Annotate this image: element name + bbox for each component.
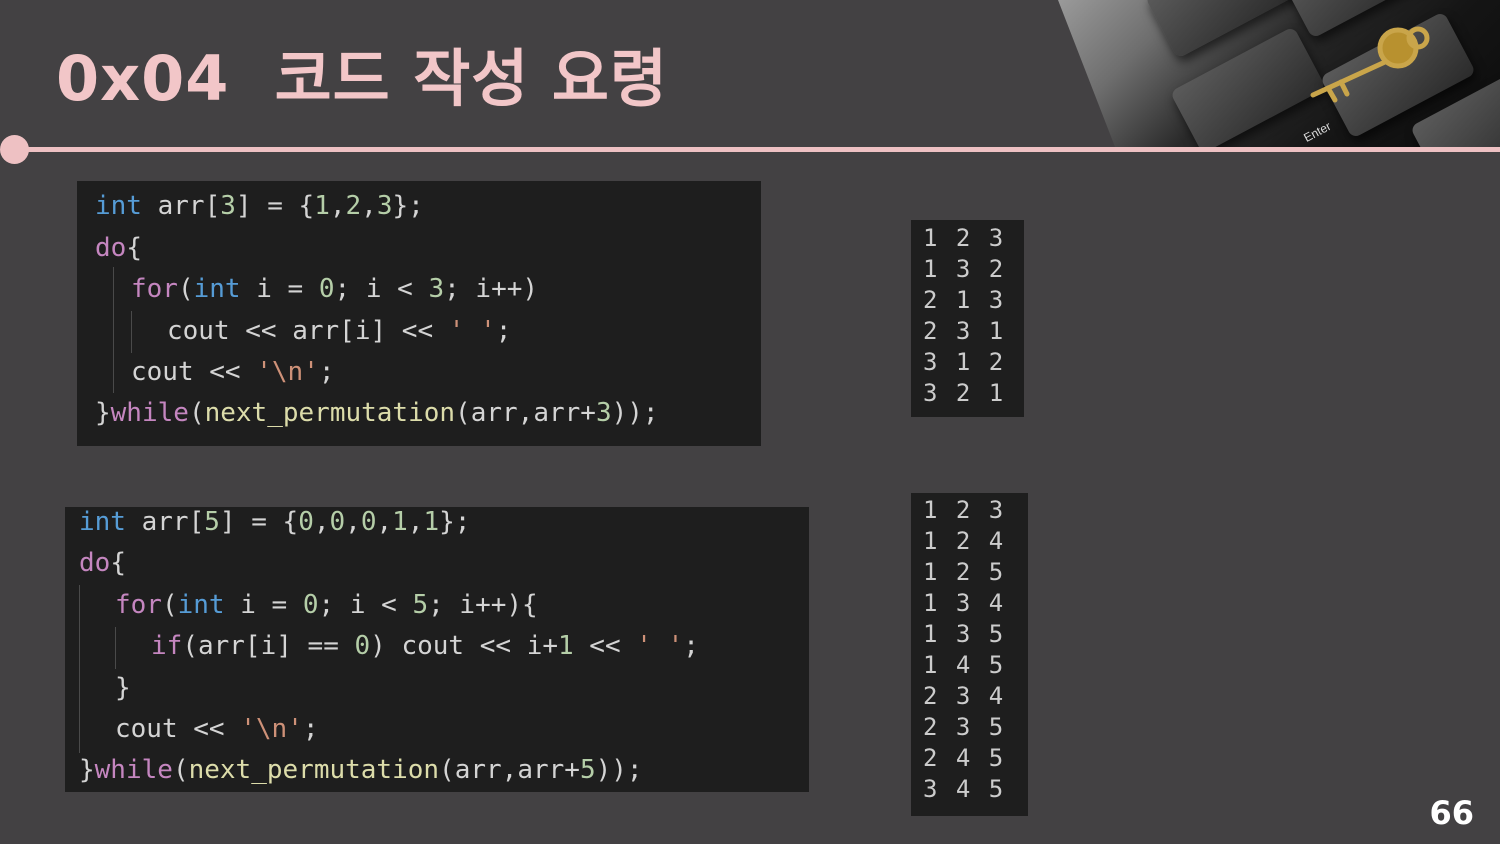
code2-line-6: cout << '\n'; — [115, 714, 319, 744]
code-block-1: int arr[3] = {1,2,3}; do{ for(int i = 0;… — [77, 181, 761, 446]
code2-line-1: int arr[5] = {0,0,0,1,1}; — [79, 507, 471, 537]
keyboard-key-photo: Enter — [1058, 0, 1500, 148]
output1-line: 3 2 1 — [923, 379, 1006, 407]
output1-line: 1 3 2 — [923, 255, 1006, 283]
code2-line-4: if(arr[i] == 0) cout << i+1 << ' '; — [151, 631, 699, 661]
enter-key-label: Enter — [1301, 119, 1334, 145]
code2-line-5: } — [115, 673, 131, 703]
output2-line: 1 3 5 — [923, 620, 1006, 648]
output2-line: 1 3 4 — [923, 589, 1006, 617]
output2-line: 1 2 3 — [923, 496, 1006, 524]
code1-line-6: }while(next_permutation(arr,arr+3)); — [95, 398, 659, 428]
output1-line: 1 2 3 — [923, 224, 1006, 252]
output-console-1: 1 2 3 1 3 2 2 1 3 2 3 1 3 1 2 3 2 1 — [911, 220, 1024, 417]
output2-line: 2 3 4 — [923, 682, 1006, 710]
output2-line: 1 4 5 — [923, 651, 1006, 679]
code-block-2: int arr[5] = {0,0,0,1,1}; do{ for(int i … — [65, 507, 809, 792]
code1-line-3: for(int i = 0; i < 3; i++) — [131, 274, 539, 304]
code1-line-1: int arr[3] = {1,2,3}; — [95, 191, 424, 221]
output1-line: 3 1 2 — [923, 348, 1006, 376]
slide-title: 0x04 코드 작성 요령 — [56, 42, 668, 115]
code1-line-4: cout << arr[i] << ' '; — [167, 316, 512, 346]
output2-line: 2 3 5 — [923, 713, 1006, 741]
output1-line: 2 3 1 — [923, 317, 1006, 345]
code1-line-2: do{ — [95, 233, 142, 263]
code1-line-5: cout << '\n'; — [131, 357, 335, 387]
title-rule — [14, 147, 1500, 152]
code2-line-2: do{ — [79, 548, 126, 578]
code2-line-3: for(int i = 0; i < 5; i++){ — [115, 590, 538, 620]
page-number: 66 — [1429, 794, 1474, 832]
output2-line: 2 4 5 — [923, 744, 1006, 772]
golden-key-icon — [1310, 26, 1430, 103]
output2-line: 1 2 5 — [923, 558, 1006, 586]
output1-line: 2 1 3 — [923, 286, 1006, 314]
output2-line: 3 4 5 — [923, 775, 1006, 803]
output2-line: 1 2 4 — [923, 527, 1006, 555]
output-console-2: 1 2 3 1 2 4 1 2 5 1 3 4 1 3 5 1 4 5 2 3 … — [911, 493, 1028, 816]
code2-line-7: }while(next_permutation(arr,arr+5)); — [79, 755, 643, 785]
